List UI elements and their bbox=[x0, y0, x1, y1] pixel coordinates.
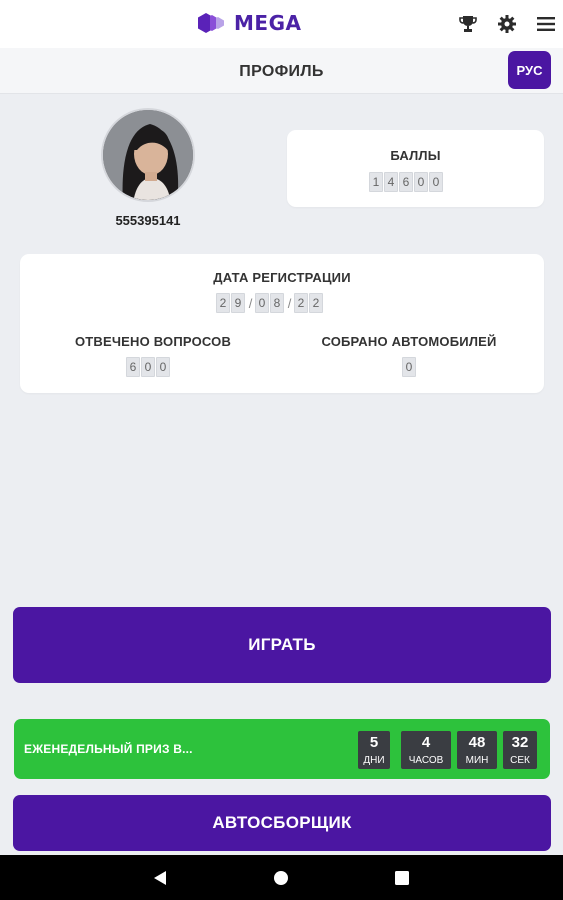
avatar-photo-icon bbox=[103, 110, 193, 200]
answered-questions-label: ОТВЕЧЕНО ВОПРОСОВ bbox=[74, 334, 232, 349]
points-label: БАЛЛЫ bbox=[390, 148, 441, 163]
collected-digit: 0 bbox=[402, 357, 416, 377]
assembler-button[interactable]: АВТОСБОРЩИК bbox=[13, 795, 551, 851]
timer-minutes: 48 МИН bbox=[457, 731, 497, 769]
menu-icon[interactable] bbox=[533, 11, 559, 37]
weekly-prize-text: ЕЖЕНЕДЕЛЬНЫЙ ПРИЗ В... bbox=[24, 742, 193, 756]
profile-header: ПРОФИЛЬ bbox=[0, 48, 563, 94]
brand-name: MEGA bbox=[234, 11, 302, 35]
date-digit: 8 bbox=[270, 293, 284, 313]
date-digit: 0 bbox=[255, 293, 269, 313]
points-digit: 1 bbox=[369, 172, 383, 192]
date-digit: 9 bbox=[231, 293, 245, 313]
language-button[interactable]: РУС bbox=[508, 51, 551, 89]
avatar[interactable] bbox=[101, 108, 195, 202]
mega-logo: MEGA bbox=[196, 11, 301, 35]
timer-minutes-value: 48 bbox=[468, 734, 486, 751]
registration-date-label: ДАТА РЕГИСТРАЦИИ bbox=[213, 270, 351, 285]
recents-icon[interactable] bbox=[390, 866, 414, 890]
stats-card: ДАТА РЕГИСТРАЦИИ 2 9 / 0 8 / 2 2 ОТВЕЧЕН… bbox=[20, 254, 544, 393]
points-digit: 0 bbox=[414, 172, 428, 192]
timer-seconds-unit: СЕК bbox=[510, 755, 530, 766]
home-icon[interactable] bbox=[269, 866, 293, 890]
gear-icon[interactable] bbox=[494, 11, 520, 37]
timer-hours-value: 4 bbox=[421, 734, 431, 751]
answered-digit: 6 bbox=[126, 357, 140, 377]
registration-date: 2 9 / 0 8 / 2 2 bbox=[216, 293, 324, 313]
points-card: БАЛЛЫ 1 4 6 0 0 bbox=[287, 130, 544, 207]
answered-digit: 0 bbox=[141, 357, 155, 377]
user-id: 555395141 bbox=[115, 213, 181, 228]
timer-minutes-unit: МИН bbox=[465, 755, 489, 766]
points-digit: 6 bbox=[399, 172, 413, 192]
answered-digit: 0 bbox=[156, 357, 170, 377]
date-digit: 2 bbox=[309, 293, 323, 313]
top-app-bar: MEGA bbox=[0, 0, 563, 48]
timer-hours: 4 ЧАСОВ bbox=[401, 731, 451, 769]
back-icon[interactable] bbox=[148, 866, 172, 890]
timer-seconds: 32 СЕК bbox=[503, 731, 537, 769]
points-digit: 0 bbox=[429, 172, 443, 192]
date-separator: / bbox=[248, 295, 253, 311]
timer-days: 5 ДНИ bbox=[358, 731, 390, 769]
points-counter: 1 4 6 0 0 bbox=[369, 172, 444, 192]
timer-hours-unit: ЧАСОВ bbox=[408, 755, 444, 766]
page-title: ПРОФИЛЬ bbox=[239, 63, 324, 80]
collected-cars-counter: 0 bbox=[402, 357, 417, 377]
date-separator: / bbox=[287, 295, 292, 311]
timer-days-unit: ДНИ bbox=[363, 755, 385, 766]
timer-days-value: 5 bbox=[369, 734, 379, 751]
date-digit: 2 bbox=[216, 293, 230, 313]
date-digit: 2 bbox=[294, 293, 308, 313]
timer-seconds-value: 32 bbox=[511, 734, 529, 751]
trophy-icon[interactable] bbox=[455, 11, 481, 37]
weekly-prize-banner[interactable]: ЕЖЕНЕДЕЛЬНЫЙ ПРИЗ В... 5 ДНИ 4 ЧАСОВ 48 … bbox=[14, 719, 550, 779]
points-digit: 4 bbox=[384, 172, 398, 192]
collected-cars-label: СОБРАНО АВТОМОБИЛЕЙ bbox=[321, 334, 497, 349]
play-button[interactable]: ИГРАТЬ bbox=[13, 607, 551, 683]
system-navigation-bar bbox=[0, 855, 563, 900]
mega-logo-mark-icon bbox=[198, 13, 224, 33]
answered-questions-counter: 6 0 0 bbox=[126, 357, 171, 377]
